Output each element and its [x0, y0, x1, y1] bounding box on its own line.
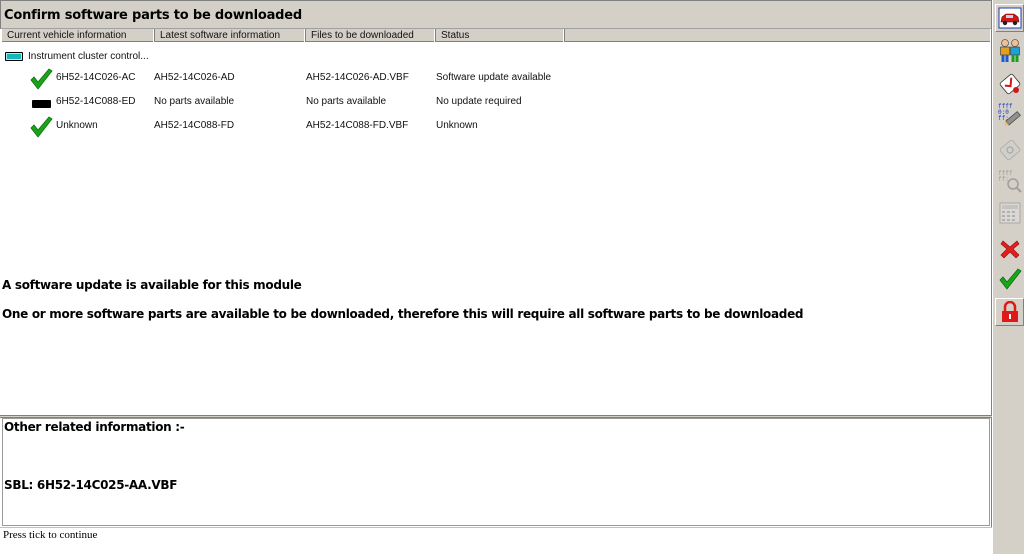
black-bar-icon: [32, 100, 51, 108]
tree-root-label: Instrument cluster control...: [28, 50, 149, 62]
calculator-disabled-button[interactable]: [995, 199, 1024, 227]
lock-button[interactable]: [995, 298, 1024, 326]
tick-icon: [998, 268, 1022, 290]
status-info: Unknown: [436, 120, 478, 131]
files-info: No parts available: [306, 96, 387, 107]
vehicle-button[interactable]: [995, 4, 1024, 32]
latest-info: AH52-14C026-AD: [154, 72, 235, 83]
table-row[interactable]: 6H52-14C088-ED No parts available No par…: [2, 92, 990, 114]
data-search-disabled-icon: ffff ff:: [998, 170, 1022, 193]
tag-disabled-button[interactable]: [995, 136, 1024, 164]
column-header: Current vehicle information Latest softw…: [2, 29, 990, 42]
table-row[interactable]: 6H52-14C026-AC AH52-14C026-AD AH52-14C02…: [2, 68, 990, 90]
main-panel: Confirm software parts to be downloaded …: [0, 0, 992, 554]
page-title: Confirm software parts to be downloaded: [4, 8, 302, 23]
column-current-vehicle-information[interactable]: Current vehicle information: [2, 29, 155, 42]
data-search-disabled-button[interactable]: ffff ff:: [995, 167, 1024, 195]
module-icon: [5, 51, 23, 61]
continue-tick-button[interactable]: [995, 265, 1024, 293]
people-icon: [999, 39, 1020, 62]
cancel-x-icon: [1000, 240, 1019, 259]
calculator-disabled-icon: [999, 202, 1020, 224]
column-files-to-be-downloaded[interactable]: Files to be downloaded: [306, 29, 436, 42]
cancel-button[interactable]: [995, 235, 1024, 263]
green-check-icon: [30, 68, 53, 90]
data-pen-button[interactable]: ffff 0:0 ff:: [995, 101, 1024, 129]
sbl-file: SBL: 6H52-14C025-AA.VBF: [4, 478, 178, 492]
column-latest-software-information[interactable]: Latest software information: [155, 29, 306, 42]
data-pen-icon: ffff 0:0 ff:: [998, 103, 1021, 126]
diagnostic-tag-button[interactable]: [995, 70, 1024, 98]
tag-disabled-icon: [999, 139, 1020, 161]
vehicle-icon: [998, 7, 1021, 29]
status-text: Press tick to continue: [3, 529, 98, 541]
tree-root-module[interactable]: Instrument cluster control...: [5, 49, 149, 63]
files-info: AH52-14C026-AD.VBF: [306, 72, 409, 83]
people-button[interactable]: [995, 36, 1024, 64]
right-toolbar: ffff 0:0 ff: ffff ff:: [992, 0, 1024, 554]
svg-text:ff:: ff:: [998, 176, 1009, 183]
current-info: Unknown: [56, 120, 98, 131]
current-info: 6H52-14C026-AC: [56, 72, 136, 83]
diagnostic-tag-icon: [999, 73, 1020, 95]
latest-info: AH52-14C088-FD: [154, 120, 235, 131]
status-info: Software update available: [436, 72, 552, 83]
latest-info: No parts available: [154, 96, 235, 107]
table-row[interactable]: Unknown AH52-14C088-FD AH52-14C088-FD.VB…: [2, 116, 990, 138]
column-status[interactable]: Status: [436, 29, 565, 42]
download-required-message: One or more software parts are available…: [2, 307, 804, 321]
current-info: 6H52-14C088-ED: [56, 96, 136, 107]
related-info-panel: Other related information :- SBL: 6H52-1…: [2, 418, 990, 526]
related-info-heading: Other related information :-: [4, 420, 185, 434]
green-check-icon: [30, 116, 53, 138]
files-info: AH52-14C088-FD.VBF: [306, 120, 409, 131]
status-bar: Press tick to continue: [0, 527, 992, 554]
update-available-message: A software update is available for this …: [2, 278, 302, 292]
title-bar: Confirm software parts to be downloaded: [0, 0, 992, 29]
module-tree: Instrument cluster control... 6H52-14C02…: [2, 43, 990, 415]
status-info: No update required: [436, 96, 522, 107]
padlock-icon: [1001, 301, 1018, 322]
